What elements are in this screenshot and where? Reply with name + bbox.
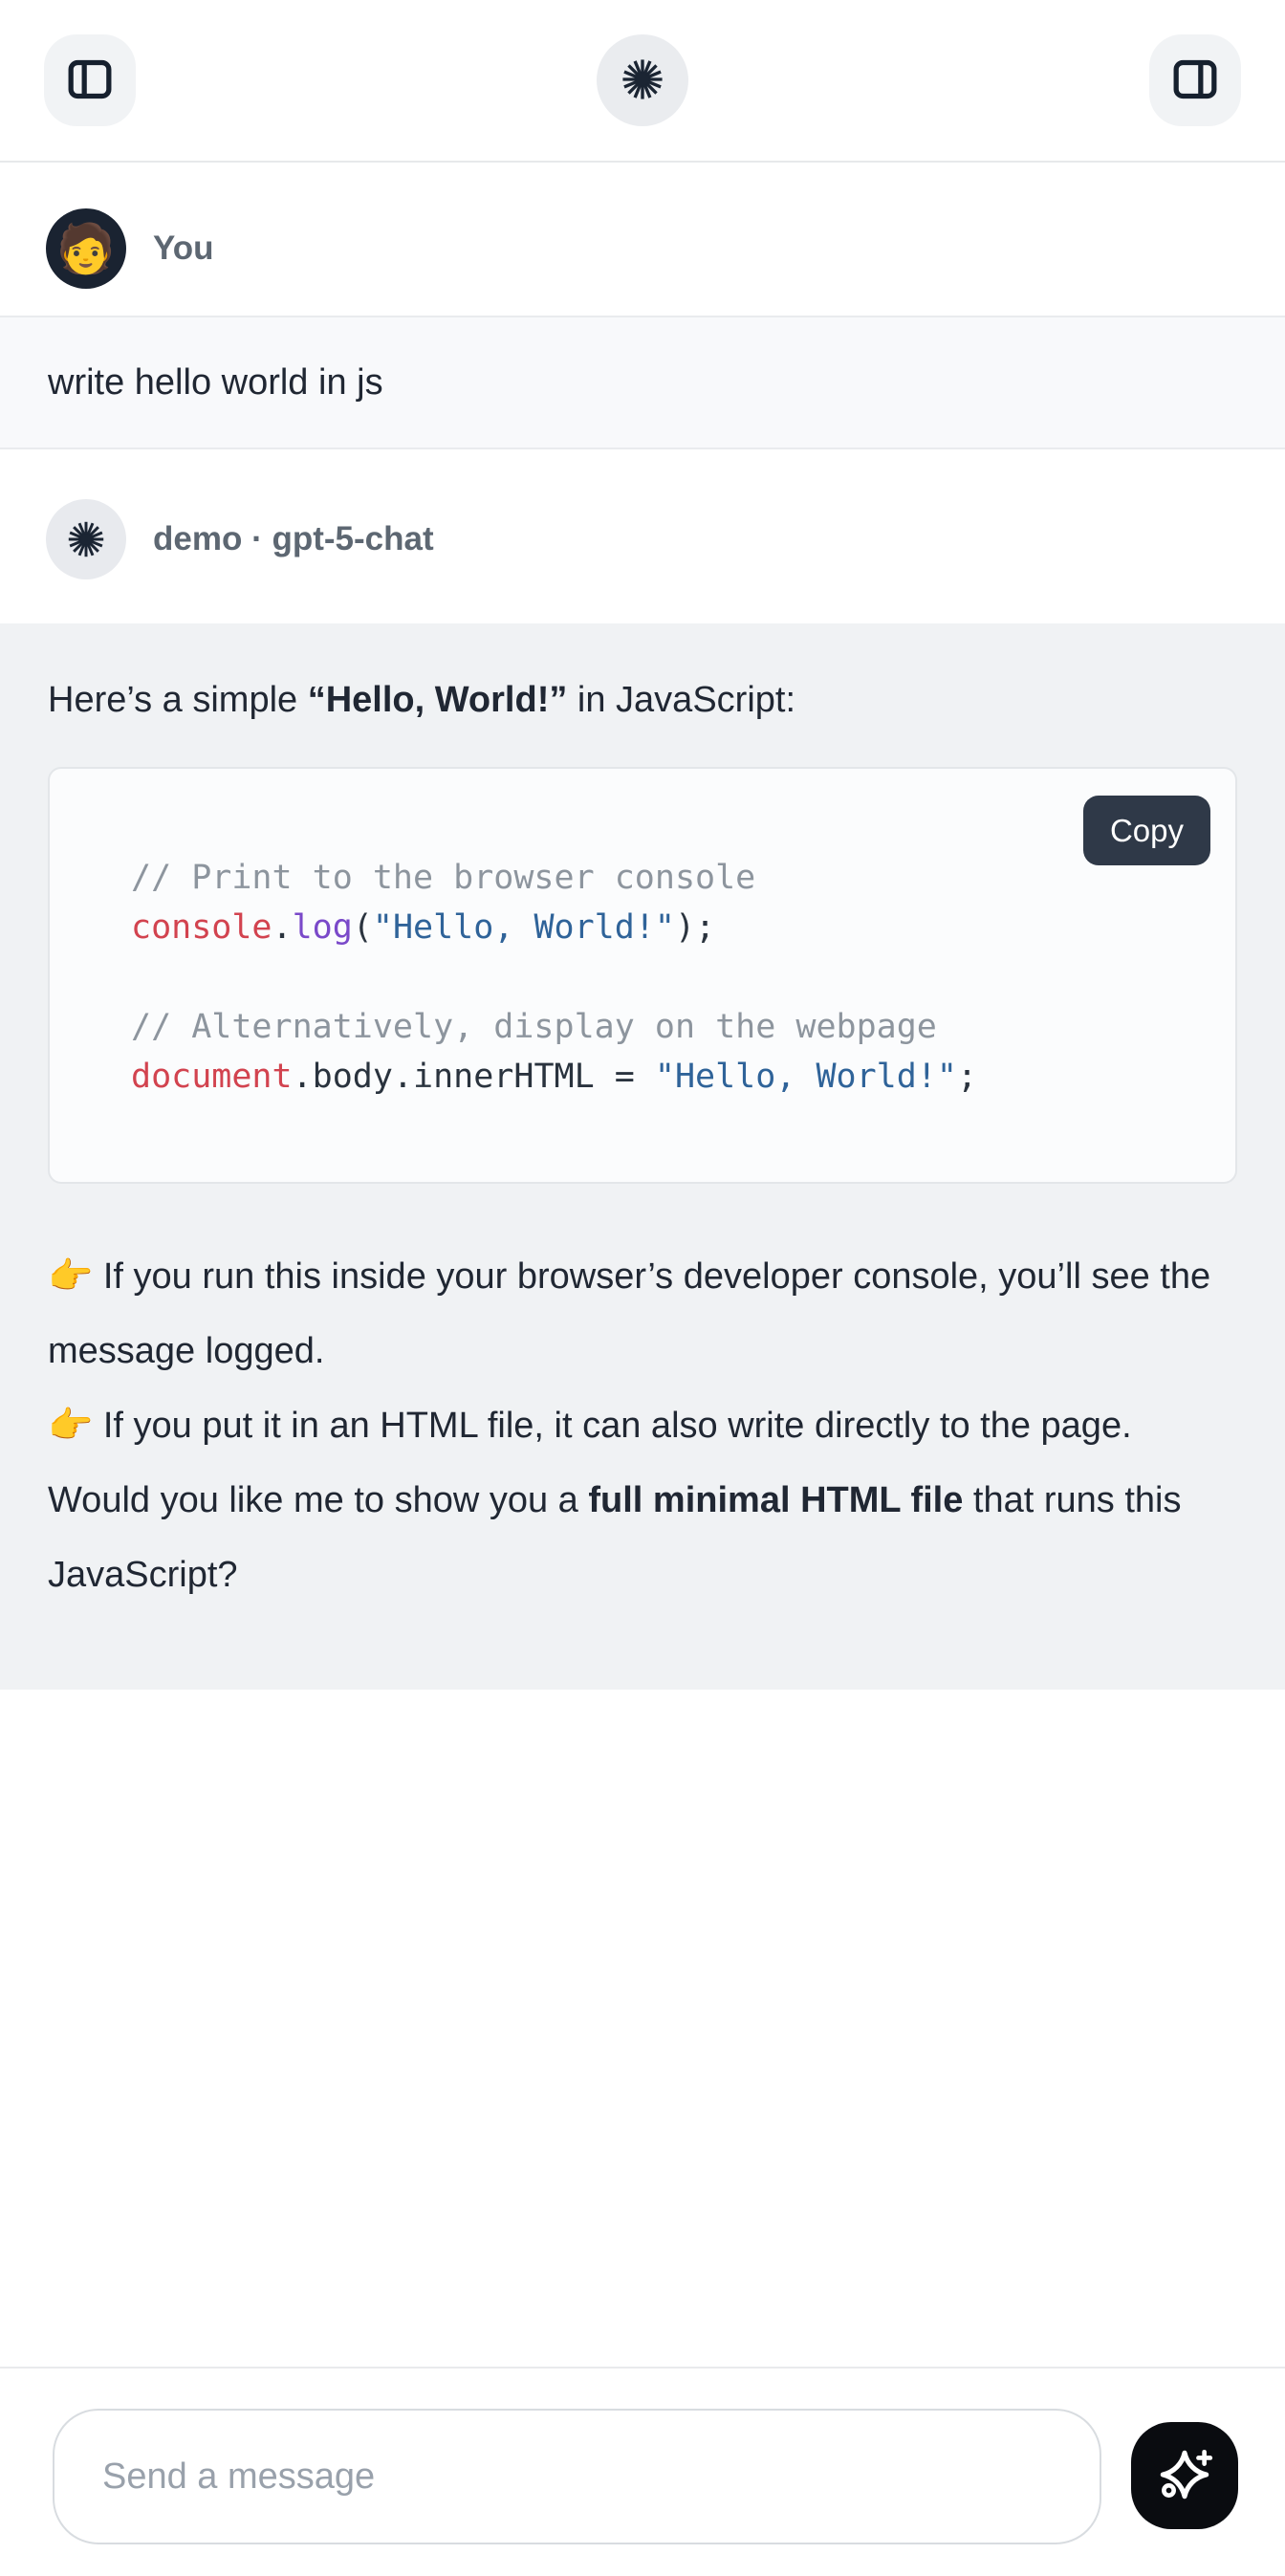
code-line: document.body.innerHTML = "Hello, World!… <box>131 1052 1197 1102</box>
code-block: Copy // Print to the browser consolecons… <box>48 767 1237 1184</box>
sparkle-icon <box>1153 2443 1216 2509</box>
message-input[interactable] <box>53 2409 1101 2544</box>
user-message-header: 🧑 You <box>0 208 1285 289</box>
sidebar-toggle-button[interactable] <box>44 34 136 126</box>
top-bar <box>0 0 1285 163</box>
user-message-bubble: write hello world in js <box>0 316 1285 449</box>
composer-bar <box>0 2367 1285 2576</box>
code-line <box>131 952 1197 1002</box>
assistant-paragraph: 👉 If you run this inside your browser’s … <box>48 1239 1237 1463</box>
code-line: // Alternatively, display on the webpage <box>131 1002 1197 1052</box>
assistant-sender-label: demo · gpt-5-chat <box>153 520 434 558</box>
code-content: // Print to the browser consoleconsole.l… <box>131 853 1197 1102</box>
app-logo-button[interactable] <box>597 34 688 126</box>
assistant-intro-text: Here’s a simple “Hello, World!” in JavaS… <box>48 673 1237 727</box>
code-line: // Print to the browser console <box>131 853 1197 903</box>
starburst-icon <box>64 517 108 561</box>
right-panel-toggle-button[interactable] <box>1149 34 1241 126</box>
copy-code-button[interactable]: Copy <box>1083 796 1210 865</box>
assistant-message-header: demo · gpt-5-chat <box>0 499 1285 579</box>
send-button[interactable] <box>1131 2422 1238 2529</box>
assistant-paragraph: Would you like me to show you a full min… <box>48 1463 1237 1612</box>
panel-right-icon <box>1168 53 1222 109</box>
user-avatar: 🧑 <box>46 208 126 289</box>
empty-scroll-area <box>0 1690 1285 2367</box>
panel-left-icon <box>63 53 117 109</box>
assistant-paragraphs: 👉 If you run this inside your browser’s … <box>48 1239 1237 1612</box>
person-emoji: 🧑 <box>56 225 116 273</box>
user-message-text: write hello world in js <box>48 362 383 404</box>
assistant-avatar <box>46 499 126 579</box>
code-line: console.log("Hello, World!"); <box>131 903 1197 952</box>
user-sender-label: You <box>153 229 214 268</box>
assistant-message-body: Here’s a simple “Hello, World!” in JavaS… <box>0 623 1285 1690</box>
starburst-icon <box>618 55 667 107</box>
